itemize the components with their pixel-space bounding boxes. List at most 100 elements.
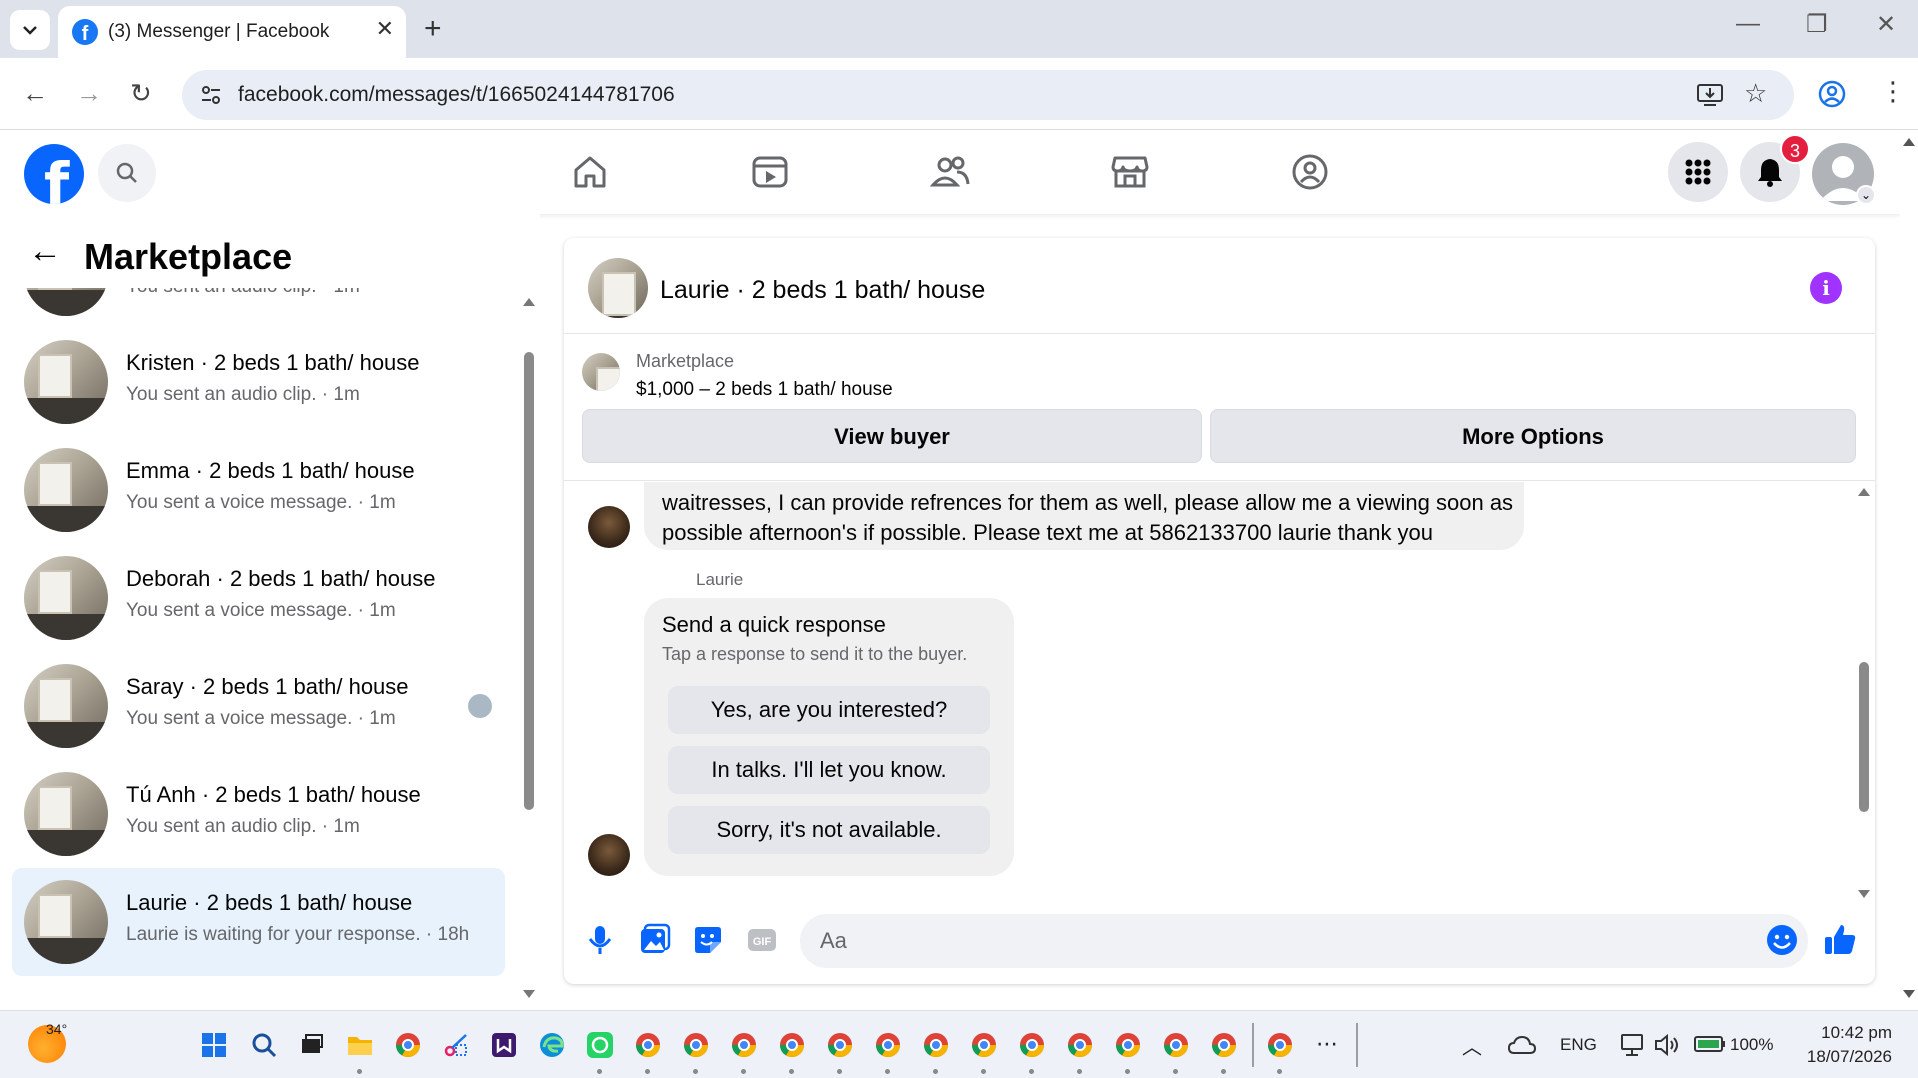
- menu-grid-button[interactable]: [1668, 142, 1728, 202]
- sticker-icon[interactable]: [690, 922, 726, 958]
- chrome-profile-icon[interactable]: [1066, 1031, 1094, 1059]
- new-tab-button[interactable]: +: [424, 12, 442, 46]
- listing-thumbnail[interactable]: [582, 353, 620, 391]
- profile-icon[interactable]: [1818, 80, 1846, 108]
- conversation-item[interactable]: Saray · 2 beds 1 bath/ house You sent a …: [12, 652, 505, 760]
- marketplace-icon[interactable]: [1110, 152, 1150, 192]
- page-scrollbar[interactable]: [1900, 130, 1918, 1006]
- facebook-search-button[interactable]: [98, 144, 156, 202]
- account-chevron-icon[interactable]: ⌄: [1856, 185, 1876, 205]
- chat-header: Laurie · 2 beds 1 bath/ house i: [564, 238, 1875, 334]
- microphone-icon[interactable]: [582, 922, 618, 958]
- chat-listing-thumbnail[interactable]: [588, 258, 648, 318]
- active-tab[interactable]: f (3) Messenger | Facebook ✕: [58, 6, 406, 58]
- edge-icon[interactable]: [538, 1031, 566, 1059]
- file-explorer-icon[interactable]: [346, 1031, 374, 1059]
- task-view-icon[interactable]: [298, 1031, 326, 1059]
- quick-response-option[interactable]: Yes, are you interested?: [668, 686, 990, 734]
- chrome-profile-icon[interactable]: [922, 1031, 950, 1059]
- onedrive-cloud-icon[interactable]: [1508, 1035, 1536, 1055]
- browser-menu-icon[interactable]: ⋮: [1880, 76, 1906, 107]
- facebook-logo-icon[interactable]: f: [24, 144, 84, 204]
- volume-icon[interactable]: [1654, 1033, 1682, 1057]
- chrome-profile-icon[interactable]: [874, 1031, 902, 1059]
- info-icon[interactable]: i: [1810, 272, 1842, 304]
- thumbs-up-icon[interactable]: [1822, 922, 1858, 958]
- more-apps-icon[interactable]: ⋯: [1316, 1031, 1338, 1057]
- clock-time[interactable]: 10:42 pm: [1786, 1023, 1892, 1043]
- chrome-profile-icon[interactable]: [826, 1031, 854, 1059]
- language-indicator[interactable]: ENG: [1560, 1035, 1597, 1055]
- quick-response-option[interactable]: Sorry, it's not available.: [668, 806, 990, 854]
- conversation-item[interactable]: Deborah · 2 beds 1 bath/ house You sent …: [12, 544, 505, 652]
- friends-icon[interactable]: [930, 152, 970, 192]
- bookmark-star-icon[interactable]: ☆: [1744, 78, 1767, 109]
- conversation-preview: You sent a voice message. · 1m: [126, 708, 396, 729]
- message-thread: waitresses, I can provide refrences for …: [564, 482, 1875, 902]
- quick-response-title: Send a quick response: [662, 612, 886, 637]
- chrome-profile-icon[interactable]: [1266, 1031, 1294, 1059]
- back-arrow-icon[interactable]: ←: [28, 232, 62, 271]
- conversation-list: You sent an audio clip. · 1m Kristen · 2…: [0, 288, 520, 1006]
- view-buyer-button[interactable]: View buyer: [582, 409, 1202, 463]
- more-options-button[interactable]: More Options: [1210, 409, 1856, 463]
- groups-icon[interactable]: [1290, 152, 1330, 192]
- message-scrollbar[interactable]: [1854, 482, 1874, 902]
- chrome-profile-icon[interactable]: [1114, 1031, 1142, 1059]
- windows-start-icon[interactable]: [200, 1031, 228, 1059]
- forward-button[interactable]: →: [76, 78, 102, 109]
- reload-button[interactable]: ↻: [130, 78, 152, 109]
- chrome-profile-icon[interactable]: [778, 1031, 806, 1059]
- conversation-item[interactable]: Kristen · 2 beds 1 bath/ house You sent …: [12, 328, 505, 436]
- message-input[interactable]: [800, 914, 1808, 968]
- panel-heading: Marketplace: [84, 236, 293, 277]
- chat-title[interactable]: Laurie · 2 beds 1 bath/ house: [660, 276, 985, 305]
- conversation-item[interactable]: Tú Anh · 2 beds 1 bath/ house You sent a…: [12, 760, 505, 868]
- gif-icon[interactable]: GIF: [744, 922, 780, 958]
- chrome-profile-icon[interactable]: [730, 1031, 758, 1059]
- network-icon[interactable]: [1620, 1033, 1646, 1057]
- minimize-icon[interactable]: —: [1736, 10, 1760, 38]
- close-window-icon[interactable]: ✕: [1876, 10, 1896, 39]
- listing-title[interactable]: $1,000 – 2 beds 1 bath/ house: [636, 379, 893, 401]
- snipping-tool-icon[interactable]: [442, 1031, 470, 1059]
- conversation-name: Laurie · 2 beds 1 bath/ house: [126, 890, 413, 915]
- emoji-icon[interactable]: [1764, 922, 1800, 958]
- battery-icon[interactable]: [1694, 1035, 1726, 1053]
- address-bar[interactable]: facebook.com/messages/t/1665024144781706…: [182, 70, 1794, 120]
- chrome-profile-icon[interactable]: [970, 1031, 998, 1059]
- running-indicator: [645, 1069, 650, 1074]
- running-indicator: [1221, 1069, 1226, 1074]
- chrome-icon[interactable]: [394, 1031, 422, 1059]
- sender-avatar[interactable]: [588, 834, 630, 876]
- chrome-profile-icon[interactable]: [1018, 1031, 1046, 1059]
- conversation-item-selected[interactable]: Laurie · 2 beds 1 bath/ house Laurie is …: [12, 868, 505, 976]
- site-info-icon[interactable]: [198, 82, 224, 108]
- listing-thumbnail: [24, 664, 108, 748]
- show-hidden-icons-icon[interactable]: ︿: [1462, 1031, 1482, 1060]
- conversation-scrollbar[interactable]: [522, 288, 536, 1006]
- listing-thumbnail: [24, 772, 108, 856]
- app-icon[interactable]: [490, 1031, 518, 1059]
- search-icon[interactable]: [250, 1031, 278, 1059]
- sender-avatar[interactable]: [588, 506, 630, 548]
- video-icon[interactable]: [750, 152, 790, 192]
- conversation-item[interactable]: You sent an audio clip. · 1m: [12, 288, 505, 328]
- chrome-icon[interactable]: [634, 1031, 662, 1059]
- chrome-profile-icon[interactable]: [1210, 1031, 1238, 1059]
- home-icon[interactable]: [570, 152, 610, 192]
- clock-date[interactable]: 18/07/2026: [1786, 1047, 1892, 1067]
- back-button[interactable]: ←: [22, 78, 48, 109]
- tab-close-icon[interactable]: ✕: [376, 16, 394, 42]
- conversation-item[interactable]: Emma · 2 beds 1 bath/ house You sent a v…: [12, 436, 505, 544]
- chrome-profile-icon[interactable]: [682, 1031, 710, 1059]
- conversation-preview: You sent an audio clip. · 1m: [126, 384, 360, 405]
- quick-response-option[interactable]: In talks. I'll let you know.: [668, 746, 990, 794]
- restore-icon[interactable]: ❐: [1806, 10, 1828, 39]
- tab-search-button[interactable]: [10, 10, 50, 50]
- photo-icon[interactable]: [636, 922, 672, 958]
- windows-taskbar: 34° ⋯ ︿ ENG 100% 10:42 pm 18/07/2026: [0, 1010, 1918, 1078]
- chrome-profile-icon[interactable]: [1162, 1031, 1190, 1059]
- whatsapp-icon[interactable]: [586, 1031, 614, 1059]
- install-app-icon[interactable]: [1696, 82, 1724, 108]
